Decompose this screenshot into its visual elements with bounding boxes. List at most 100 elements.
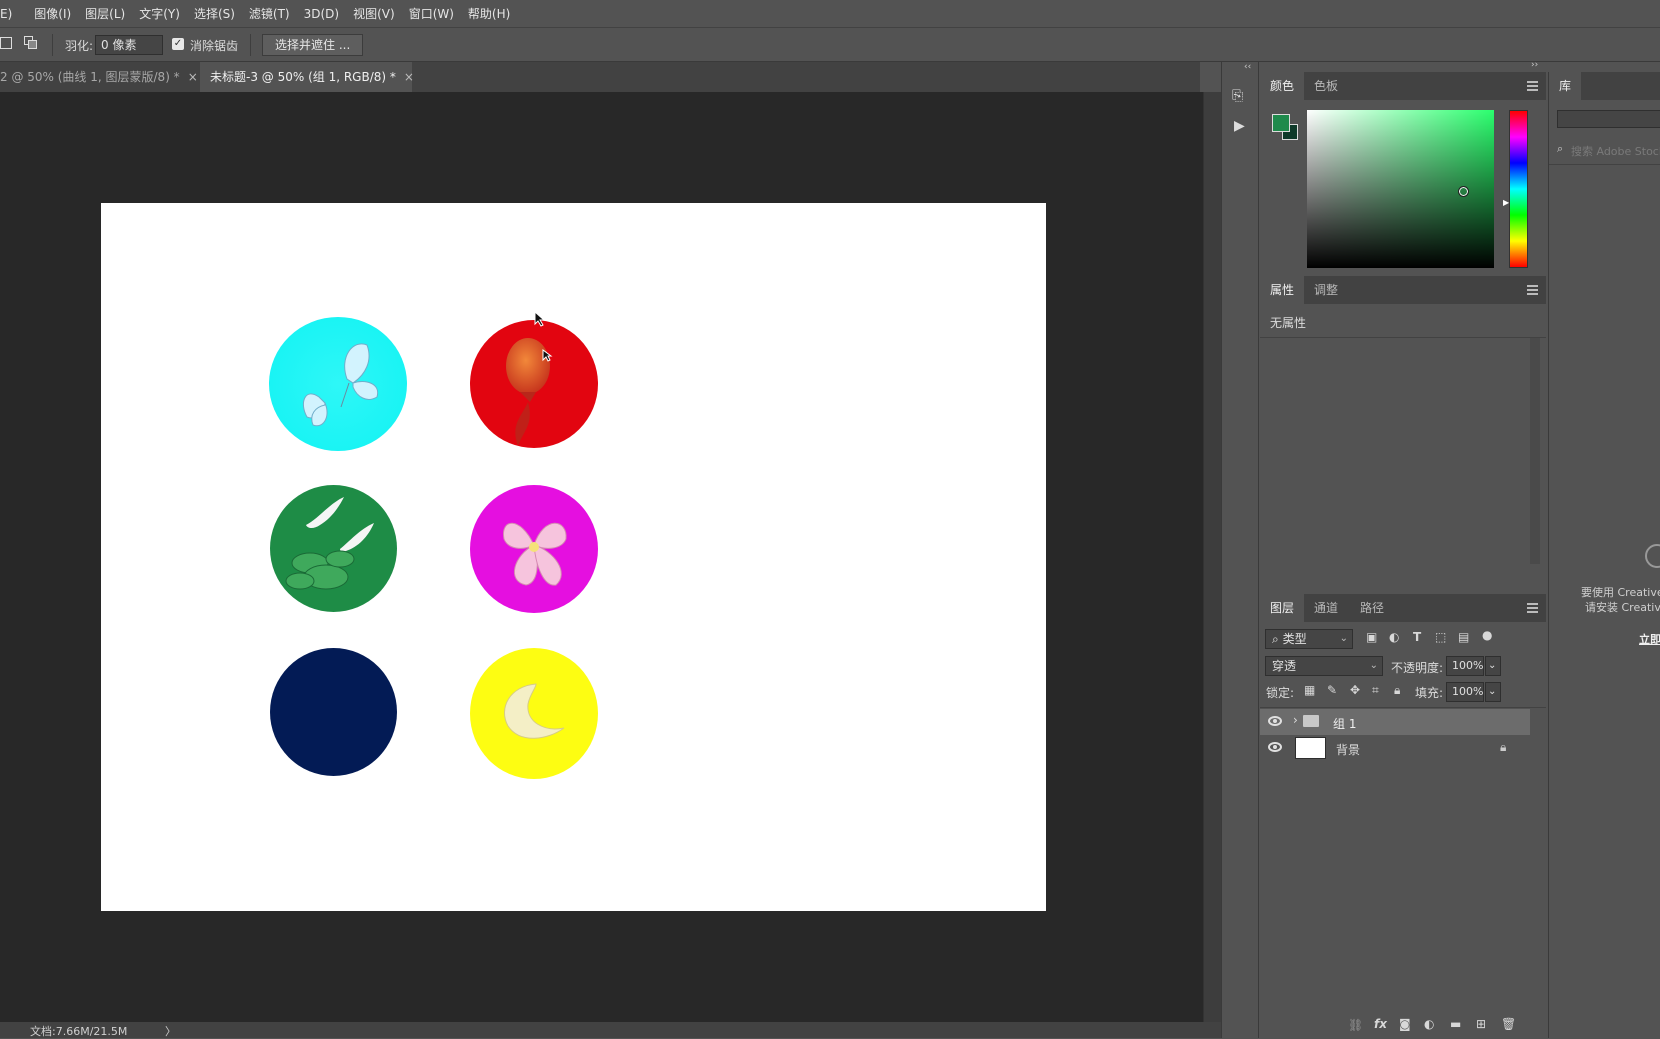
hue-slider[interactable] [1509,110,1528,268]
opacity-input[interactable]: 100% [1446,656,1484,676]
new-layer-icon[interactable]: ⊞ [1476,1017,1486,1031]
lock-position-icon[interactable]: ✥ [1350,683,1360,697]
feather-input[interactable]: 0 像素 [95,35,163,55]
close-icon[interactable]: × [188,70,198,84]
menu-filter[interactable]: 滤镜(T) [245,5,300,22]
menu-help[interactable]: 帮助(H) [464,5,520,22]
expand-arrows-icon[interactable]: ›› [1531,60,1538,70]
menu-layer[interactable]: 图层(L) [81,5,135,22]
tab-properties[interactable]: 属性 [1260,276,1305,304]
search-icon: ⌕ [1272,632,1279,646]
navy-circle[interactable] [270,648,397,776]
library-panel-tabs: 库 [1549,72,1660,100]
panel-menu-icon[interactable] [1527,603,1538,613]
filter-shape-icon[interactable]: ⬚ [1435,630,1446,644]
butterfly-icon [303,343,379,427]
delete-layer-icon[interactable]: 🗑︎ [1501,1017,1516,1031]
tab-document-2[interactable]: 2 @ 50% (曲线 1, 图层蒙版/8) * × [0,62,200,92]
antialias-checkbox[interactable]: ✓ [172,38,184,50]
tab-channels[interactable]: 通道 [1304,594,1348,622]
selection-mode-subtract-icon[interactable] [0,37,12,49]
layer-row-group-1[interactable]: › 组 1 [1260,709,1530,735]
document-canvas[interactable] [101,203,1046,911]
opacity-dropdown[interactable]: ⌄ [1485,656,1501,676]
collapse-arrows-icon[interactable]: ‹‹ [1244,62,1251,72]
lock-image-icon[interactable]: ✎ [1327,683,1337,697]
tab-document-untitled-3[interactable]: 未标题-3 @ 50% (组 1, RGB/8) * × [200,62,414,92]
tab-layers[interactable]: 图层 [1260,594,1305,622]
blend-mode-value: 穿透 [1272,659,1297,673]
filter-toggle-icon[interactable]: ● [1482,628,1492,642]
layer-thumbnail [1295,737,1326,759]
magenta-flower-circle[interactable] [470,485,598,613]
menu-3d[interactable]: 3D(D) [300,7,349,21]
history-icon[interactable]: ⎘ [1232,88,1243,104]
feather-label: 羽化: [65,39,94,53]
fill-dropdown[interactable]: ⌄ [1485,682,1501,702]
lock-artboard-icon[interactable]: ⌗ [1372,683,1379,698]
menu-bar: E) 图像(I) 图层(L) 文字(Y) 选择(S) 滤镜(T) 3D(D) 视… [0,0,1660,27]
blend-mode-select[interactable]: 穿透 ⌄ [1265,656,1383,676]
menu-image[interactable]: 图像(I) [22,5,81,22]
opacity-label: 不透明度: [1391,661,1444,675]
hue-slider-handle[interactable]: ▶ [1503,198,1509,207]
add-mask-icon[interactable]: ◙ [1399,1017,1411,1031]
menu-window[interactable]: 窗口(W) [405,5,464,22]
menu-edit[interactable]: E) [0,7,22,21]
tab-libraries[interactable]: 库 [1549,72,1582,100]
filter-adjustment-icon[interactable]: ◐ [1389,630,1399,644]
filter-type-icon[interactable]: T [1413,630,1421,644]
foreground-color-swatch[interactable] [1272,114,1290,132]
creative-cloud-icon [1645,544,1660,568]
selection-mode-intersect-icon[interactable] [24,36,38,50]
status-menu-arrow-icon[interactable]: 〉 [165,1023,176,1039]
layer-row-background[interactable]: 背景 🔒︎ [1260,735,1530,761]
filter-smart-object-icon[interactable]: ▤ [1458,630,1469,644]
install-now-link[interactable]: 立即 [1639,631,1660,647]
expand-chevron-icon[interactable]: › [1293,713,1298,727]
tab-paths[interactable]: 路径 [1350,594,1394,622]
layer-name: 组 1 [1333,717,1357,731]
fill-input[interactable]: 100% [1446,682,1484,702]
canvas-vertical-scrollbar[interactable] [1203,92,1221,1022]
folder-icon [1303,715,1319,727]
color-panel: 颜色 色板 ▶ [1260,72,1546,274]
menu-view[interactable]: 视图(V) [349,5,405,22]
visibility-eye-icon[interactable] [1268,716,1282,726]
color-picker-marker [1458,186,1469,197]
options-bar: 羽化: 0 像素 ✓ 消除锯齿 选择并遮住 ... [0,27,1660,62]
stock-search-input[interactable]: 搜索 Adobe Stock [1571,143,1660,159]
lock-icon: 🔒︎ [1500,740,1507,754]
tab-adjustments[interactable]: 调整 [1304,276,1348,304]
library-divider [1549,164,1660,165]
tab-color[interactable]: 颜色 [1260,72,1305,100]
search-icon: ⌕ [1557,142,1564,155]
status-bar: 文档:7.66M/21.5M 〉 [0,1022,1221,1038]
menu-select[interactable]: 选择(S) [190,5,245,22]
collapsed-panel-strip: ‹‹ ⎘ ▶ [1221,62,1259,1038]
adjustment-layer-icon[interactable]: ◐ [1424,1017,1434,1031]
actions-play-icon[interactable]: ▶ [1234,118,1245,134]
tab-swatches[interactable]: 色板 [1304,72,1348,100]
properties-scrollbar[interactable] [1530,338,1540,564]
yellow-moon-circle[interactable] [470,648,598,779]
green-crane-circle[interactable] [270,485,397,612]
panel-menu-icon[interactable] [1527,285,1538,295]
new-group-icon[interactable]: ▬ [1450,1017,1461,1031]
color-saturation-field[interactable] [1307,110,1494,268]
chevron-down-icon: ⌄ [1339,633,1348,644]
filter-pixel-icon[interactable]: ▣ [1366,630,1377,644]
lock-all-icon[interactable]: 🔒︎ [1394,683,1400,698]
layer-style-fx-icon[interactable]: fx [1374,1017,1387,1031]
lock-transparent-icon[interactable]: ▦ [1304,683,1315,697]
panel-menu-icon[interactable] [1527,81,1538,91]
layer-filter-select[interactable]: ⌕ 类型 ⌄ [1265,629,1353,649]
tab-label: 未标题-3 @ 50% (组 1, RGB/8) * [210,70,396,84]
visibility-eye-icon[interactable] [1268,742,1282,752]
cyan-butterfly-circle[interactable] [269,317,407,451]
close-icon[interactable]: × [404,70,414,84]
link-layers-icon[interactable]: ⛓ [1348,1018,1363,1032]
library-select[interactable] [1557,110,1660,128]
menu-type[interactable]: 文字(Y) [135,5,190,22]
select-and-mask-button[interactable]: 选择并遮住 ... [262,34,364,56]
